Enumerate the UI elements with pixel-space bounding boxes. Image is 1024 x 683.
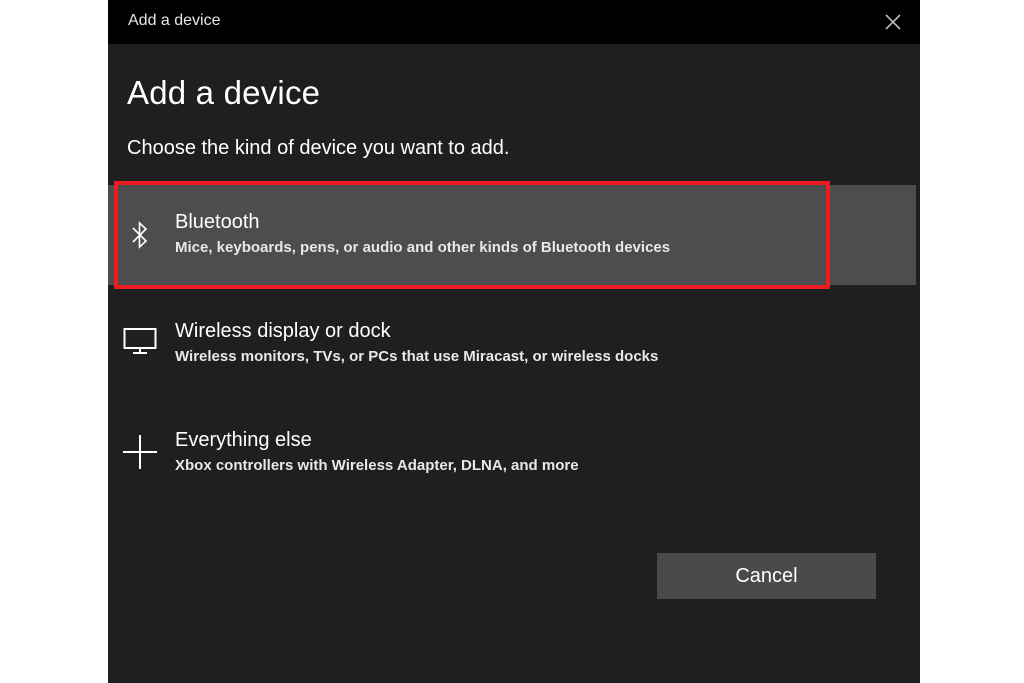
close-button[interactable] — [876, 5, 910, 39]
monitor-icon — [120, 321, 160, 361]
option-bluetooth[interactable]: Bluetooth Mice, keyboards, pens, or audi… — [108, 185, 916, 285]
close-icon — [885, 14, 901, 30]
option-description: Wireless monitors, TVs, or PCs that use … — [175, 348, 659, 365]
page-subtitle: Choose the kind of device you want to ad… — [127, 137, 510, 159]
option-title: Wireless display or dock — [175, 320, 391, 342]
option-everything-else[interactable]: Everything else Xbox controllers with Wi… — [108, 404, 916, 504]
window-title: Add a device — [128, 12, 221, 29]
option-title: Everything else — [175, 429, 312, 451]
cancel-button[interactable]: Cancel — [657, 553, 876, 599]
plus-icon — [120, 432, 160, 472]
option-wireless-display[interactable]: Wireless display or dock Wireless monito… — [108, 295, 916, 395]
option-title: Bluetooth — [175, 211, 260, 233]
option-description: Xbox controllers with Wireless Adapter, … — [175, 457, 579, 474]
add-device-dialog: Add a device Add a device Choose the kin… — [108, 0, 920, 683]
option-description: Mice, keyboards, pens, or audio and othe… — [175, 239, 671, 256]
page-title: Add a device — [127, 74, 321, 111]
bluetooth-icon — [120, 215, 160, 255]
title-bar: Add a device — [108, 0, 920, 44]
